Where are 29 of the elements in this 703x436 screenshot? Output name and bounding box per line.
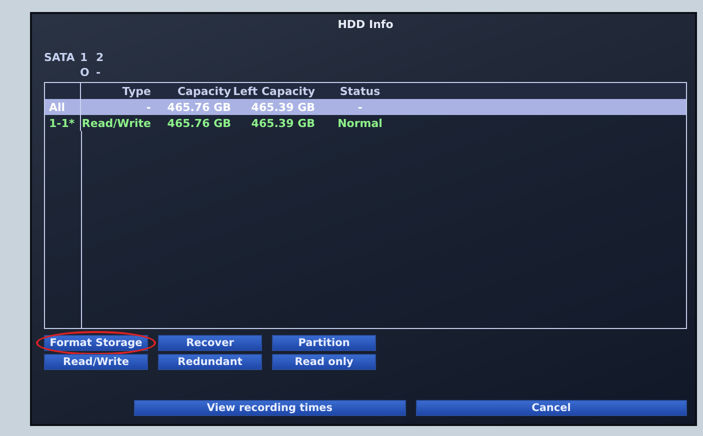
table-cell-text: 465.39 GB [250, 116, 315, 131]
column-header: Type [121, 84, 151, 99]
footer-button[interactable]: View recording times [134, 400, 406, 416]
sata-label: SATA [44, 51, 76, 64]
table-row[interactable]: 1-1* Read/Write 465.76 GB 465.39 GB Normal [45, 115, 686, 131]
port-status: O [80, 66, 90, 79]
table-cell-text: - [145, 100, 151, 115]
table-cell: 1-1* [45, 115, 81, 131]
action-button[interactable]: Partition [272, 335, 376, 351]
port-number: 1 [80, 51, 89, 64]
table-cell: All [45, 99, 81, 115]
window-title: HDD Info [336, 18, 394, 31]
table-cell-text: - [356, 100, 364, 115]
column-header: Capacity [176, 84, 231, 99]
column-header: Left Capacity [232, 84, 315, 99]
column-header: Status [338, 84, 382, 99]
port-status: - [96, 66, 102, 79]
table-cell-text: 465.39 GB [250, 100, 315, 115]
table-cell-text: Read/Write [81, 116, 151, 131]
footer-button[interactable]: Cancel [416, 400, 687, 416]
action-button[interactable]: Redundant [158, 354, 262, 370]
action-button[interactable]: Read/Write [44, 354, 148, 370]
table-cell-text: Normal [336, 116, 384, 131]
table-cell-text: 465.76 GB [166, 100, 231, 115]
action-button[interactable]: Recover [158, 335, 262, 351]
action-button[interactable]: Format Storage [44, 335, 148, 351]
port-number: 2 [96, 51, 105, 64]
action-button[interactable]: Read only [272, 354, 376, 370]
table-cell-text: 465.76 GB [166, 116, 231, 131]
